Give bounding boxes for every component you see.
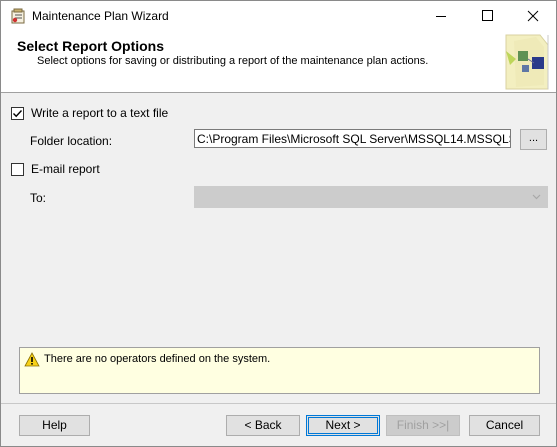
message-text: There are no operators defined on the sy… xyxy=(44,353,271,365)
write-report-checkbox[interactable] xyxy=(11,107,24,120)
close-icon xyxy=(527,10,539,22)
maximize-button[interactable] xyxy=(464,1,510,31)
window-title: Maintenance Plan Wizard xyxy=(32,9,169,23)
title-bar: Maintenance Plan Wizard xyxy=(1,1,556,31)
wizard-banner-icon xyxy=(496,31,556,91)
checkmark-icon xyxy=(13,110,23,118)
minimize-button[interactable] xyxy=(418,1,464,31)
wizard-header: Select Report Options Select options for… xyxy=(1,31,556,93)
message-panel: There are no operators defined on the sy… xyxy=(19,347,540,394)
help-button[interactable]: Help xyxy=(19,415,90,436)
back-button[interactable]: < Back xyxy=(226,415,300,436)
email-report-label[interactable]: E-mail report xyxy=(31,162,100,176)
folder-location-input[interactable]: C:\Program Files\Microsoft SQL Server\MS… xyxy=(194,129,511,148)
wizard-window: Maintenance Plan Wizard Select Report Op… xyxy=(0,0,557,447)
to-label: To: xyxy=(30,191,47,205)
chevron-down-icon xyxy=(532,194,541,200)
to-operator-select[interactable] xyxy=(194,186,548,208)
footer-divider xyxy=(1,403,556,404)
warning-icon xyxy=(24,352,40,370)
page-title: Select Report Options xyxy=(17,38,165,54)
email-report-checkbox[interactable] xyxy=(11,163,24,176)
folder-location-label: Folder location: xyxy=(30,134,113,148)
maintenance-plan-icon xyxy=(10,8,26,24)
close-button[interactable] xyxy=(510,1,556,31)
cancel-button[interactable]: Cancel xyxy=(469,415,540,436)
write-report-label[interactable]: Write a report to a text file xyxy=(31,106,168,120)
finish-button[interactable]: Finish >>| xyxy=(386,415,460,436)
next-button[interactable]: Next > xyxy=(306,415,380,436)
page-subtitle: Select options for saving or distributin… xyxy=(37,55,429,67)
browse-folder-button[interactable]: ... xyxy=(520,129,547,150)
